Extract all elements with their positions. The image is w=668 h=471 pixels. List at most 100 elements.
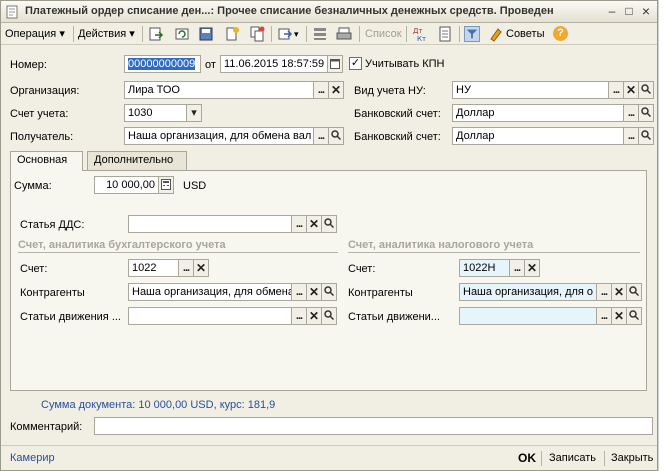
bottom-separator bbox=[604, 451, 605, 466]
organization-select-button[interactable]: ... bbox=[313, 81, 329, 99]
account-input[interactable]: 1030 bbox=[124, 104, 187, 122]
tips-button[interactable]: Советы bbox=[506, 26, 544, 42]
ok-button[interactable]: OK bbox=[518, 451, 536, 465]
buh-movement-select-button[interactable]: ... bbox=[291, 307, 307, 325]
toolbar-separator bbox=[142, 26, 143, 42]
search-icon bbox=[641, 107, 651, 117]
search-icon bbox=[331, 130, 341, 140]
comment-input[interactable] bbox=[94, 417, 653, 435]
buh-account-input[interactable]: 1022 bbox=[128, 259, 179, 277]
copy-document-icon[interactable] bbox=[249, 26, 265, 42]
dds-input[interactable] bbox=[128, 215, 292, 233]
svg-text:Кт: Кт bbox=[417, 35, 426, 42]
date-input[interactable]: 11.06.2015 18:57:59 bbox=[220, 55, 328, 73]
tax-section-divider bbox=[348, 252, 640, 253]
bank-account-select-button-2[interactable]: ... bbox=[623, 127, 639, 145]
buh-contractors-label: Контрагенты bbox=[20, 287, 85, 299]
save-icon[interactable] bbox=[198, 26, 214, 42]
calculator-button[interactable] bbox=[158, 176, 174, 194]
organization-clear-button[interactable]: ✕ bbox=[328, 81, 344, 99]
buh-movement-clear-button[interactable]: ✕ bbox=[306, 307, 322, 325]
nu-type-clear-button[interactable]: ✕ bbox=[623, 81, 639, 99]
tips-icon[interactable] bbox=[488, 26, 504, 42]
recipient-select-button[interactable]: ... bbox=[313, 127, 329, 145]
buh-section-divider bbox=[18, 252, 338, 253]
account-label: Счет учета: bbox=[10, 108, 69, 120]
filter-toggle-icon[interactable] bbox=[464, 26, 480, 42]
bank-account-input-2[interactable]: Доллар bbox=[452, 127, 624, 145]
tax-movement-clear-button[interactable]: ✕ bbox=[611, 307, 627, 325]
bank-account-open-button-1[interactable] bbox=[638, 104, 654, 122]
dt-kt-icon[interactable]: ДтКт bbox=[412, 26, 428, 42]
search-icon bbox=[629, 286, 639, 296]
close-button[interactable]: Закрыть bbox=[611, 452, 653, 464]
dds-select-button[interactable]: ... bbox=[291, 215, 307, 233]
minimize-button[interactable]: – bbox=[604, 4, 620, 19]
search-icon bbox=[324, 218, 334, 228]
buh-contractors-clear-button[interactable]: ✕ bbox=[306, 283, 322, 301]
chevron-down-icon: ▾ bbox=[191, 107, 197, 119]
tax-contractors-input[interactable]: Наша организация, для о bbox=[459, 283, 597, 301]
bank-account-input-1[interactable]: Доллар bbox=[452, 104, 624, 122]
journal-icon[interactable] bbox=[437, 26, 453, 42]
document-summary: Сумма документа: 10 000,00 USD, курс: 18… bbox=[41, 399, 276, 411]
buh-contractors-input[interactable]: Наша организация, для обмена bbox=[128, 283, 292, 301]
actions-menu[interactable]: Действия ▾ bbox=[78, 26, 135, 42]
bank-account-select-button-1[interactable]: ... bbox=[623, 104, 639, 122]
create-based-on-icon[interactable] bbox=[224, 26, 240, 42]
dds-open-button[interactable] bbox=[321, 215, 337, 233]
svg-text:Дт: Дт bbox=[413, 27, 423, 35]
go-to-dropdown-chevron-icon[interactable]: ▾ bbox=[294, 26, 299, 42]
nu-type-open-button[interactable] bbox=[638, 81, 654, 99]
tax-contractors-select-button[interactable]: ... bbox=[596, 283, 612, 301]
post-and-close-icon[interactable] bbox=[148, 26, 164, 42]
go-to-icon[interactable] bbox=[277, 26, 293, 42]
buh-account-clear-button[interactable]: ✕ bbox=[193, 259, 209, 277]
sum-input[interactable]: 10 000,00 bbox=[94, 176, 159, 194]
recipient-open-button[interactable] bbox=[328, 127, 344, 145]
buh-movement-open-button[interactable] bbox=[321, 307, 337, 325]
bank-account-open-button-2[interactable] bbox=[638, 127, 654, 145]
recipient-input[interactable]: Наша организация, для обмена вал bbox=[124, 127, 314, 145]
tax-contractors-open-button[interactable] bbox=[626, 283, 642, 301]
tax-account-label: Счет: bbox=[348, 263, 376, 275]
number-label: Номер: bbox=[10, 59, 47, 71]
print-icon[interactable] bbox=[336, 26, 352, 42]
kpn-checkbox[interactable]: ✓ bbox=[349, 57, 362, 70]
nu-type-input[interactable]: НУ bbox=[452, 81, 609, 99]
help-icon[interactable]: ? bbox=[553, 26, 568, 41]
operation-menu[interactable]: Операция ▾ bbox=[5, 26, 65, 42]
account-dropdown-button[interactable]: ▾ bbox=[186, 104, 202, 122]
number-input[interactable]: 00000000009 bbox=[124, 55, 201, 73]
save-button[interactable]: Записать bbox=[549, 452, 596, 464]
dds-clear-button[interactable]: ✕ bbox=[306, 215, 322, 233]
tax-contractors-clear-button[interactable]: ✕ bbox=[611, 283, 627, 301]
list-button[interactable]: Список bbox=[365, 26, 402, 42]
tab-main[interactable]: Основная bbox=[10, 151, 83, 171]
tax-contractors-label: Контрагенты bbox=[348, 287, 413, 299]
close-window-button[interactable]: × bbox=[638, 4, 654, 19]
organization-input[interactable]: Лира ТОО bbox=[124, 81, 314, 99]
tax-account-clear-button[interactable]: ✕ bbox=[524, 259, 540, 277]
kpn-label: Учитывать КПН bbox=[365, 58, 445, 70]
maximize-button[interactable]: □ bbox=[621, 4, 637, 19]
calendar-button[interactable] bbox=[327, 55, 343, 73]
buh-movement-input[interactable] bbox=[128, 307, 292, 325]
buh-contractors-select-button[interactable]: ... bbox=[291, 283, 307, 301]
tax-account-input[interactable]: 1022Н bbox=[459, 259, 510, 277]
tax-movement-input[interactable] bbox=[459, 307, 597, 325]
tax-account-select-button[interactable]: ... bbox=[509, 259, 525, 277]
tab-additional[interactable]: Дополнительно bbox=[87, 151, 187, 170]
tax-movement-select-button[interactable]: ... bbox=[596, 307, 612, 325]
tax-movement-open-button[interactable] bbox=[626, 307, 642, 325]
buh-account-select-button[interactable]: ... bbox=[178, 259, 194, 277]
bottom-bar: Камерир OK Записать Закрыть bbox=[1, 445, 657, 470]
refresh-icon[interactable] bbox=[174, 26, 190, 42]
structure-icon[interactable] bbox=[312, 26, 328, 42]
toolbar-separator bbox=[406, 26, 407, 42]
buh-account-label: Счет: bbox=[20, 263, 48, 275]
cashier-link[interactable]: Камерир bbox=[10, 452, 55, 464]
calendar-icon bbox=[330, 59, 340, 69]
buh-contractors-open-button[interactable] bbox=[321, 283, 337, 301]
nu-type-select-button[interactable]: ... bbox=[608, 81, 624, 99]
